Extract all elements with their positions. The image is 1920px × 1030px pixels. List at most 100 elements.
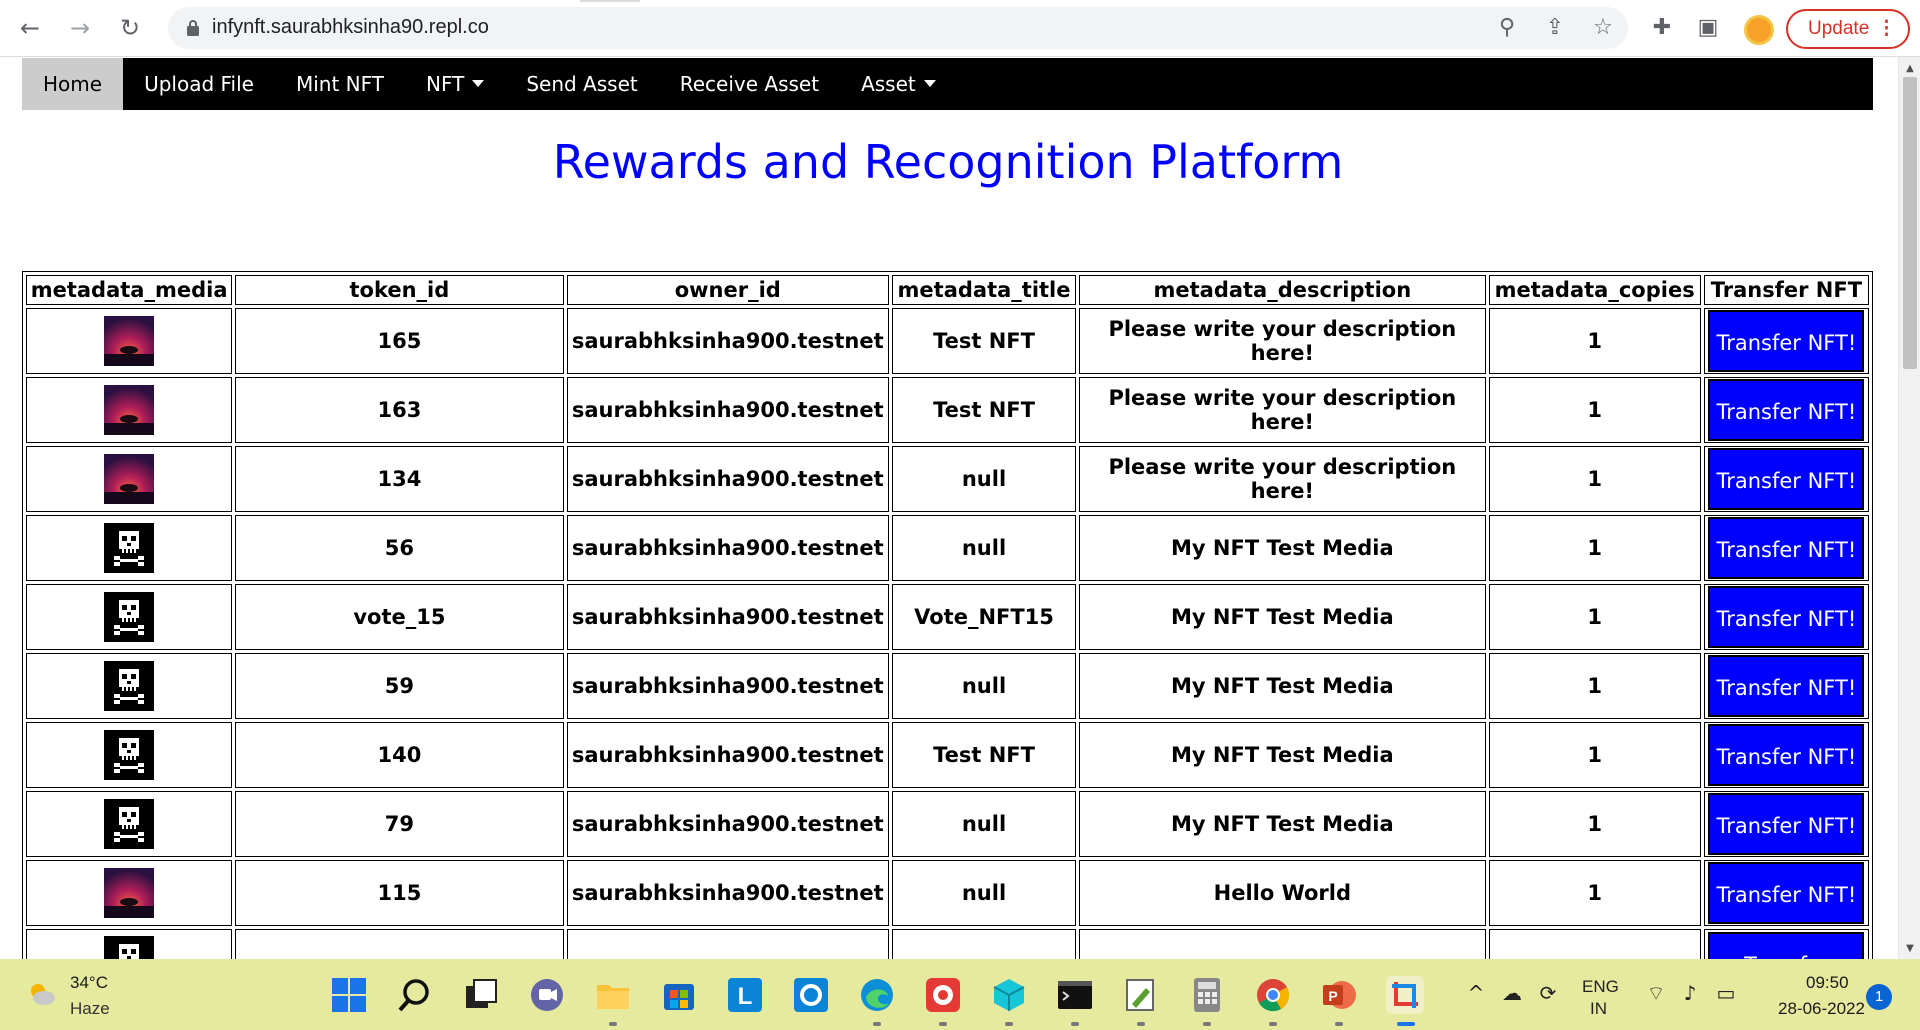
browser-toolbar: ← → ↻ infynft.saurabhksinha90.repl.co ⚲ … bbox=[0, 0, 1920, 57]
app-l-icon[interactable]: L bbox=[726, 976, 764, 1014]
transfer-nft-button[interactable]: Transfer NFT! bbox=[1708, 655, 1865, 717]
table-row: 115 saurabhksinha900.testnet null Hello Wor… bbox=[26, 860, 1869, 926]
volume-icon[interactable]: ♪ bbox=[1678, 981, 1702, 1005]
cell-owner-id: saurabhksinha900.testnet bbox=[566, 791, 889, 857]
wifi-icon[interactable]: ⌔ bbox=[1644, 981, 1668, 1005]
caret-down-icon bbox=[472, 80, 485, 87]
onedrive-cloud-icon[interactable]: ☁ bbox=[1500, 981, 1524, 1005]
scroll-down-arrow-icon[interactable]: ▼ bbox=[1899, 941, 1920, 957]
cell-copies: 1 bbox=[1488, 377, 1701, 443]
calculator-icon[interactable] bbox=[1188, 976, 1226, 1014]
cell-description: My NFT Test Media bbox=[1079, 653, 1486, 719]
update-button[interactable]: Update ⋮ bbox=[1786, 9, 1910, 49]
header-transfer-nft: Transfer NFT bbox=[1703, 275, 1869, 305]
transfer-nft-button[interactable]: Transfer NFT! bbox=[1708, 448, 1865, 510]
transfer-nft-button[interactable]: Transfer NFT! bbox=[1708, 724, 1865, 786]
scroll-up-arrow-icon[interactable]: ▲ bbox=[1899, 61, 1920, 77]
side-panel-icon[interactable]: ▣ bbox=[1694, 14, 1722, 42]
table-row: 59 saurabhksinha900.testnet null My NFT Tes… bbox=[26, 653, 1869, 719]
cell-token-id: 79 bbox=[235, 791, 564, 857]
transfer-nft-button[interactable]: Transfer NFT! bbox=[1708, 793, 1865, 855]
cell-token-id: 56 bbox=[235, 515, 564, 581]
app-o-icon[interactable] bbox=[792, 976, 830, 1014]
cell-owner-id: saurabhksinha900.testnet bbox=[566, 722, 889, 788]
windows-taskbar: 34°C Haze L P ^ ☁ ⟳ ENG IN ⌔ ♪ ▭ 09:50 2… bbox=[0, 959, 1920, 1030]
top-navigation: Home Upload File Mint NFT NFT Send Asset… bbox=[22, 58, 1873, 110]
page-scrollbar[interactable]: ▲ ▼ bbox=[1898, 57, 1920, 959]
cell-copies: 1 bbox=[1488, 791, 1701, 857]
address-bar[interactable]: infynft.saurabhksinha90.repl.co ⚲ ⇪ ☆ bbox=[168, 7, 1628, 49]
nav-receive-asset[interactable]: Receive Asset bbox=[659, 58, 840, 110]
nft-thumbnail bbox=[104, 385, 155, 435]
reload-icon[interactable]: ↻ bbox=[112, 10, 148, 46]
windows-start-icon[interactable] bbox=[330, 976, 368, 1014]
bookmark-star-icon[interactable]: ☆ bbox=[1590, 15, 1616, 41]
clock-time[interactable]: 09:50 bbox=[1806, 973, 1849, 993]
sync-icon[interactable]: ⟳ bbox=[1536, 981, 1560, 1005]
cell-owner-id: saurabhksinha900.testnet bbox=[566, 584, 889, 650]
powerpoint-icon[interactable]: P bbox=[1320, 976, 1358, 1014]
language-region[interactable]: IN bbox=[1590, 999, 1607, 1019]
profile-avatar[interactable] bbox=[1744, 15, 1774, 45]
nav-send-asset[interactable]: Send Asset bbox=[505, 58, 658, 110]
transfer-nft-button[interactable]: Transfer NFT! bbox=[1708, 310, 1865, 372]
cell-transfer: Transfer NFT! bbox=[1703, 377, 1869, 443]
caret-down-icon bbox=[923, 80, 936, 87]
file-explorer-icon[interactable] bbox=[594, 976, 632, 1014]
task-view-icon[interactable] bbox=[462, 976, 500, 1014]
cell-title: Vote_NFT15 bbox=[891, 584, 1077, 650]
chrome-browser-icon[interactable] bbox=[1254, 976, 1292, 1014]
edge-browser-icon[interactable] bbox=[858, 976, 896, 1014]
terminal-icon[interactable] bbox=[1056, 976, 1094, 1014]
nav-nft-label: NFT bbox=[426, 72, 465, 96]
transfer-nft-button[interactable]: Transfer NFT! bbox=[1708, 379, 1865, 441]
red-record-app-icon[interactable] bbox=[924, 976, 962, 1014]
scroll-thumb[interactable] bbox=[1903, 77, 1917, 369]
share-icon[interactable]: ⇪ bbox=[1542, 15, 1568, 41]
header-metadata-description: metadata_description bbox=[1079, 275, 1486, 305]
transfer-nft-button[interactable]: Transfer NFT! bbox=[1708, 586, 1865, 648]
show-hidden-icons-chevron-up-icon[interactable]: ^ bbox=[1464, 981, 1488, 1005]
transfer-nft-button[interactable]: Transfer NFT! bbox=[1708, 862, 1865, 924]
clock-date[interactable]: 28-06-2022 bbox=[1778, 999, 1865, 1019]
kebab-menu-icon[interactable]: ⋮ bbox=[1877, 11, 1896, 47]
transfer-nft-button[interactable]: Transfer NFT! bbox=[1708, 517, 1865, 579]
snipping-tool-icon[interactable] bbox=[1386, 976, 1424, 1014]
running-indicator bbox=[1137, 1022, 1145, 1026]
nft-thumbnail bbox=[104, 592, 155, 642]
search-icon[interactable] bbox=[396, 976, 434, 1014]
nav-mint-nft[interactable]: Mint NFT bbox=[275, 58, 405, 110]
weather-description[interactable]: Haze bbox=[70, 999, 110, 1019]
cell-transfer: Transfer NFT! bbox=[1703, 446, 1869, 512]
cell-title: null bbox=[891, 653, 1077, 719]
battery-icon[interactable]: ▭ bbox=[1714, 981, 1738, 1005]
language-code[interactable]: ENG bbox=[1582, 977, 1619, 997]
notification-badge[interactable]: 1 bbox=[1866, 984, 1892, 1010]
cell-title: Test NFT bbox=[891, 377, 1077, 443]
header-owner-id: owner_id bbox=[566, 275, 889, 305]
paint-editor-icon[interactable] bbox=[1122, 976, 1160, 1014]
url-text[interactable]: infynft.saurabhksinha90.repl.co bbox=[212, 16, 489, 39]
teams-chat-icon[interactable] bbox=[528, 976, 566, 1014]
extensions-puzzle-icon[interactable]: ✚ bbox=[1648, 14, 1676, 42]
nav-asset-dropdown[interactable]: Asset bbox=[840, 58, 957, 110]
nav-home[interactable]: Home bbox=[22, 58, 124, 110]
cell-media bbox=[26, 929, 233, 959]
cell-description: Please write your description here! bbox=[1079, 446, 1486, 512]
running-indicator bbox=[1269, 1022, 1277, 1026]
back-arrow-icon[interactable]: ← bbox=[12, 10, 48, 46]
weather-temperature[interactable]: 34°C bbox=[70, 973, 108, 993]
nav-upload-file[interactable]: Upload File bbox=[123, 58, 275, 110]
microsoft-store-icon[interactable] bbox=[660, 976, 698, 1014]
cell-title: null bbox=[891, 860, 1077, 926]
header-metadata-title: metadata_title bbox=[891, 275, 1077, 305]
zoom-icon[interactable]: ⚲ bbox=[1494, 15, 1520, 41]
transfer-nft-button[interactable]: Transfer bbox=[1708, 932, 1865, 959]
nav-nft-dropdown[interactable]: NFT bbox=[405, 58, 505, 110]
haze-weather-icon[interactable] bbox=[26, 981, 56, 1007]
cell-media bbox=[26, 653, 233, 719]
update-label: Update bbox=[1808, 18, 1870, 39]
nft-table-body: 165 saurabhksinha900.testnet Test NFT Pleas… bbox=[26, 308, 1869, 959]
forward-arrow-icon[interactable]: → bbox=[62, 10, 98, 46]
cube-app-icon[interactable] bbox=[990, 976, 1028, 1014]
